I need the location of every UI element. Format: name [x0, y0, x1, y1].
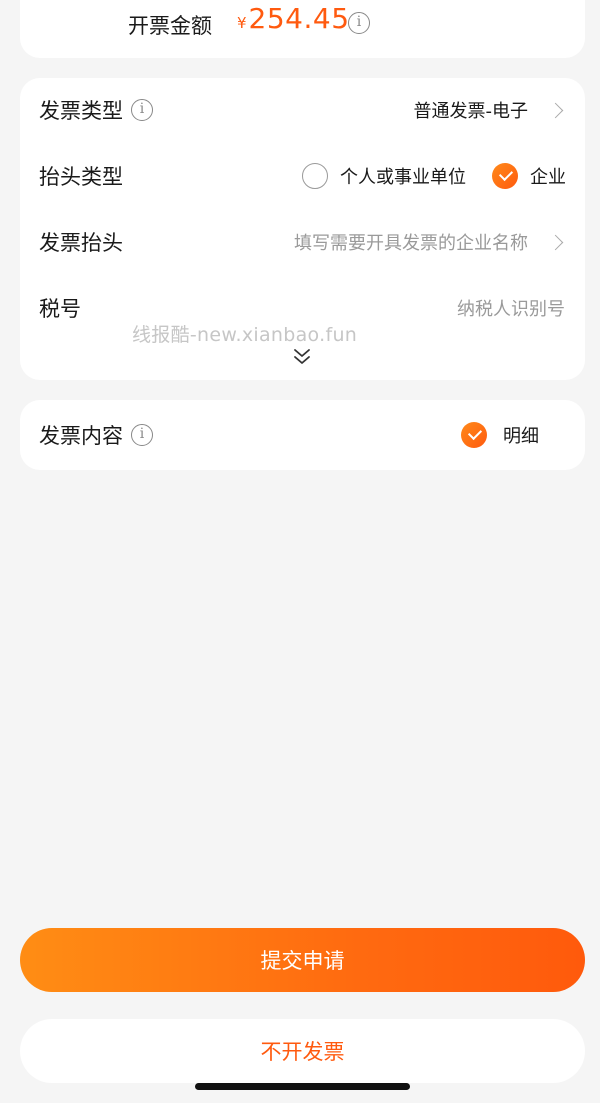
tax-id-input[interactable]: 纳税人识别号 — [457, 295, 565, 321]
amount-label: 开票金额 — [128, 14, 212, 38]
amount-card: 开票金额 ¥ 254.45 i — [20, 0, 585, 58]
invoice-content-option-label: 明细 — [503, 426, 539, 447]
amount-info-icon[interactable]: i — [348, 12, 370, 34]
invoice-type-info-icon[interactable]: i — [131, 99, 153, 121]
invoice-content-row: 发票内容 i 明细 — [20, 415, 585, 455]
header-type-option-company[interactable]: 企业 — [492, 163, 566, 189]
invoice-form-card: 发票类型 i 普通发票-电子 抬头类型 个人或事业单位 企业 发票抬头 填写需要… — [20, 78, 585, 380]
home-indicator — [195, 1083, 410, 1090]
no-invoice-button[interactable]: 不开发票 — [20, 1019, 585, 1083]
header-type-option-label: 企业 — [530, 167, 566, 188]
watermark-text: 线报酷-new.xianbao.fun — [132, 324, 358, 346]
currency-symbol: ¥ — [237, 14, 247, 32]
amount-number: 254.45 — [248, 2, 350, 35]
invoice-title-label: 发票抬头 — [39, 231, 123, 255]
invoice-content-info-icon[interactable]: i — [131, 424, 153, 446]
chevron-right-icon — [547, 234, 564, 250]
header-type-options: 个人或事业单位 企业 — [302, 163, 566, 189]
tax-id-placeholder: 纳税人识别号 — [457, 299, 565, 320]
invoice-content-label-group: 发票内容 i — [39, 420, 153, 450]
invoice-title-row[interactable]: 发票抬头 填写需要开具发票的企业名称 — [20, 222, 585, 262]
invoice-type-value: 普通发票-电子 — [413, 101, 529, 122]
invoice-type-label-group: 发票类型 i — [39, 95, 153, 125]
header-type-row: 抬头类型 个人或事业单位 企业 — [20, 156, 585, 196]
invoice-content-card: 发票内容 i 明细 — [20, 400, 585, 470]
header-type-option-personal[interactable]: 个人或事业单位 — [302, 163, 466, 189]
invoice-type-row[interactable]: 发票类型 i 普通发票-电子 — [20, 90, 585, 130]
header-type-option-label: 个人或事业单位 — [340, 167, 466, 188]
radio-unchecked-icon[interactable] — [302, 163, 328, 189]
amount-value: ¥ 254.45 — [237, 2, 350, 35]
header-type-label: 抬头类型 — [39, 165, 123, 189]
invoice-content-label: 发票内容 — [39, 424, 123, 448]
radio-checked-icon[interactable] — [492, 163, 518, 189]
submit-button[interactable]: 提交申请 — [20, 928, 585, 992]
chevron-right-icon — [547, 102, 564, 118]
invoice-type-label: 发票类型 — [39, 99, 123, 123]
invoice-type-value-group[interactable]: 普通发票-电子 — [414, 97, 566, 123]
radio-checked-icon[interactable] — [461, 422, 487, 448]
invoice-title-input[interactable]: 填写需要开具发票的企业名称 — [294, 229, 565, 255]
invoice-content-option[interactable]: 明细 — [461, 422, 539, 448]
double-chevron-down-icon[interactable] — [292, 348, 312, 366]
tax-id-label: 税号 — [39, 297, 81, 321]
invoice-title-placeholder: 填写需要开具发票的企业名称 — [294, 233, 528, 254]
